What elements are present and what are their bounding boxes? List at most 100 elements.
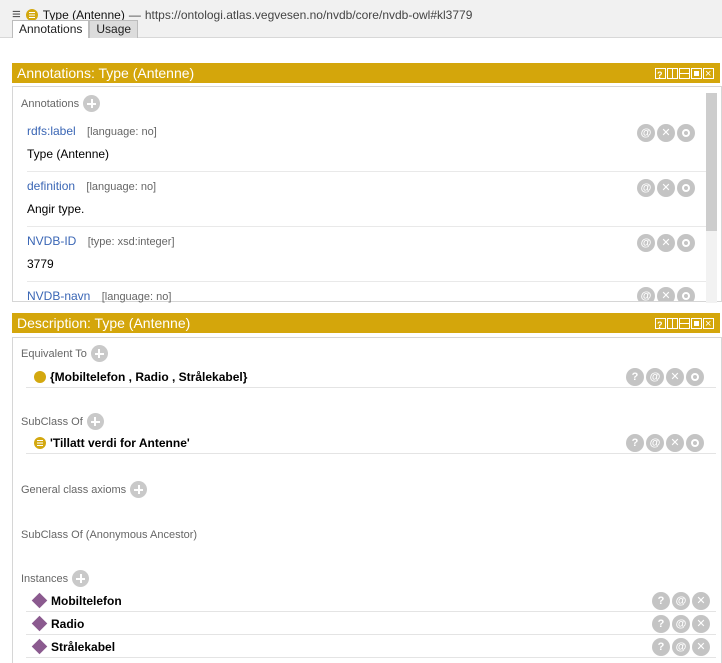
annotation-qualifier: [language: no] — [87, 126, 157, 138]
separator — [27, 171, 707, 172]
annotate-icon[interactable]: @ — [637, 287, 655, 301]
equivalent-row-actions: ? @ ✕ — [626, 368, 704, 386]
annotate-icon[interactable]: @ — [637, 234, 655, 252]
edit-icon[interactable] — [677, 124, 695, 142]
subclass-of-label: SubClass Of — [21, 415, 83, 428]
add-axiom-icon[interactable] — [130, 481, 148, 498]
annotations-panel-header: Annotations: Type (Antenne) — [12, 63, 720, 85]
add-equivalent-icon[interactable] — [90, 345, 108, 362]
annotation-row-actions: @ ✕ — [637, 179, 695, 197]
annotate-icon[interactable]: @ — [637, 179, 655, 197]
equivalent-to-label: Equivalent To — [21, 347, 87, 360]
annotate-icon[interactable]: @ — [672, 592, 690, 610]
delete-icon[interactable]: ✕ — [666, 434, 684, 452]
annotations-scrollbar-thumb[interactable] — [706, 93, 717, 231]
instance-row-actions: ? @ ✕ — [652, 615, 710, 633]
panel-window-controls — [655, 64, 714, 85]
instances-section: Instances — [21, 570, 90, 587]
separator — [27, 226, 707, 227]
general-class-axioms-label: General class axioms — [21, 483, 127, 496]
annotate-icon[interactable]: @ — [637, 124, 655, 142]
annotate-icon[interactable]: @ — [646, 368, 664, 386]
annotate-icon[interactable]: @ — [646, 434, 664, 452]
annotation-row: NVDB-ID [type: xsd:integer] — [27, 234, 175, 248]
instance-row-actions: ? @ ✕ — [652, 592, 710, 610]
annotation-property[interactable]: NVDB-ID — [27, 234, 76, 248]
annotation-row-actions: @ ✕ — [637, 124, 695, 142]
title-bar: ≡ Type (Antenne) — https://ontologi.atla… — [0, 0, 722, 38]
anonymous-ancestor-section: SubClass Of (Anonymous Ancestor) — [21, 529, 197, 541]
delete-icon[interactable]: ✕ — [666, 368, 684, 386]
delete-icon[interactable]: ✕ — [657, 179, 675, 197]
close-icon[interactable] — [703, 64, 714, 84]
delete-icon[interactable]: ✕ — [692, 615, 710, 633]
split-vertical-icon[interactable] — [667, 318, 678, 329]
superclass-row-actions: ? @ ✕ — [626, 434, 704, 452]
delete-icon[interactable]: ✕ — [657, 234, 675, 252]
annotation-property[interactable]: NVDB-navn — [27, 289, 90, 303]
tab-usage[interactable]: Usage — [89, 20, 139, 38]
annotation-row: NVDB-navn [language: no] — [27, 289, 171, 303]
add-instance-icon[interactable] — [72, 570, 90, 587]
instance-row[interactable]: Mobiltelefon — [26, 590, 716, 612]
help-icon[interactable] — [655, 315, 666, 335]
annotation-property[interactable]: rdfs:label — [27, 124, 76, 138]
superclass-name: 'Tillatt verdi for Antenne' — [50, 435, 190, 450]
annotation-row-actions: @ ✕ — [637, 287, 695, 301]
instances-label: Instances — [21, 572, 69, 585]
annotation-qualifier: [type: xsd:integer] — [87, 236, 175, 248]
delete-icon[interactable]: ✕ — [657, 287, 675, 301]
maximize-icon[interactable] — [691, 318, 702, 329]
annotations-panel: Annotations rdfs:label [language: no] Ty… — [12, 86, 722, 303]
superclass-row[interactable]: 'Tillatt verdi for Antenne' — [26, 432, 716, 454]
individual-icon — [31, 638, 48, 655]
equivalent-class-expression: {Mobiltelefon , Radio , Strålekabel} — [50, 369, 248, 384]
add-annotation-icon[interactable] — [83, 95, 101, 112]
individual-icon — [31, 615, 48, 632]
tab-bar: Annotations Usage — [12, 20, 139, 38]
instance-name: Mobiltelefon — [51, 593, 122, 608]
instance-row[interactable]: Radio — [26, 613, 716, 635]
explain-icon[interactable]: ? — [652, 615, 670, 633]
delete-icon[interactable]: ✕ — [692, 638, 710, 656]
annotations-section-label: Annotations — [21, 95, 101, 112]
general-class-axioms-section: General class axioms — [21, 481, 148, 498]
edit-icon[interactable] — [686, 368, 704, 386]
delete-icon[interactable]: ✕ — [657, 124, 675, 142]
entity-iri: https://ontologi.atlas.vegvesen.no/nvdb/… — [144, 8, 473, 22]
explain-icon[interactable]: ? — [626, 368, 644, 386]
equivalent-class-row[interactable]: {Mobiltelefon , Radio , Strålekabel} — [26, 366, 716, 388]
annotation-row: rdfs:label [language: no] — [27, 124, 157, 138]
tab-annotations[interactable]: Annotations — [12, 20, 90, 38]
delete-icon[interactable]: ✕ — [692, 592, 710, 610]
annotation-qualifier: [language: no] — [86, 181, 157, 193]
edit-icon[interactable] — [677, 234, 695, 252]
edit-icon[interactable] — [686, 434, 704, 452]
maximize-icon[interactable] — [691, 68, 702, 79]
split-vertical-icon[interactable] — [667, 68, 678, 79]
annotation-property[interactable]: definition — [27, 179, 75, 193]
edit-icon[interactable] — [677, 287, 695, 301]
annotate-icon[interactable]: @ — [672, 638, 690, 656]
panel-window-controls — [655, 314, 714, 335]
close-icon[interactable] — [703, 314, 714, 334]
explain-icon[interactable]: ? — [652, 638, 670, 656]
add-superclass-icon[interactable] — [86, 413, 104, 430]
split-horizontal-icon[interactable] — [679, 68, 690, 79]
annotate-icon[interactable]: @ — [672, 615, 690, 633]
individual-icon — [31, 592, 48, 609]
description-panel-title: Description: Type (Antenne) — [17, 315, 191, 331]
explain-icon[interactable]: ? — [626, 434, 644, 452]
edit-icon[interactable] — [677, 179, 695, 197]
explain-icon[interactable]: ? — [652, 592, 670, 610]
instance-row[interactable]: Strålekabel — [26, 636, 716, 658]
annotation-value: Type (Antenne) — [27, 147, 110, 161]
instance-name: Strålekabel — [51, 639, 116, 654]
instance-name: Radio — [51, 616, 85, 631]
split-horizontal-icon[interactable] — [679, 318, 690, 329]
annotation-row-actions: @ ✕ — [637, 234, 695, 252]
annotation-value: Angir type. — [27, 202, 85, 216]
help-icon[interactable] — [655, 65, 666, 85]
separator — [27, 281, 707, 282]
annotation-qualifier: [language: no] — [101, 291, 172, 303]
